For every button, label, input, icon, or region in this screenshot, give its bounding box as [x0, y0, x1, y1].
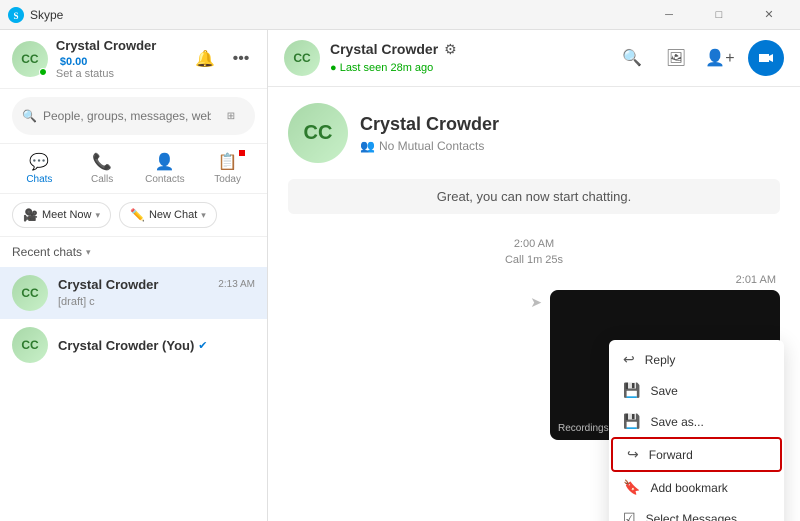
chat-list: CC Crystal Crowder 2:13 AM [draft] c CC	[0, 267, 267, 521]
bookmark-icon: 🔖	[623, 479, 640, 496]
svg-text:S: S	[13, 11, 18, 21]
tab-contacts[interactable]: 👤 Contacts	[134, 148, 197, 189]
context-menu-add-bookmark[interactable]: 🔖 Add bookmark	[609, 472, 784, 503]
send-status-icon: ➤	[530, 294, 542, 311]
maximize-button[interactable]: □	[696, 0, 742, 30]
app-body: CC Crystal Crowder $0.00 Set a status 🔔 …	[0, 30, 800, 521]
action-buttons: 🎥 Meet Now ▾ ✏️ New Chat ▾	[0, 194, 267, 237]
user-status[interactable]: Set a status	[56, 68, 191, 80]
time-label-2: 2:01 AM	[288, 274, 780, 286]
start-chatting-banner: Great, you can now start chatting.	[288, 179, 780, 214]
user-name-area: Crystal Crowder $0.00 Set a status	[56, 38, 191, 80]
online-indicator	[39, 68, 47, 76]
more-options-button[interactable]: •••	[227, 45, 255, 73]
chat-header-left: CC Crystal Crowder ⚙ ● Last seen 28m ago	[284, 40, 457, 76]
search-wrapper: 🔍 ⊞	[12, 97, 255, 135]
profile-contacts: 👥 No Mutual Contacts	[360, 139, 499, 153]
save-icon: 💾	[623, 382, 640, 399]
notifications-button[interactable]: 🔔	[191, 45, 219, 73]
sidebar: CC Crystal Crowder $0.00 Set a status 🔔 …	[0, 30, 268, 521]
app-title: Skype	[30, 8, 646, 22]
today-badge	[239, 150, 245, 156]
video-icon: 🎥	[23, 208, 38, 222]
sidebar-header-actions: 🔔 •••	[191, 45, 255, 73]
chat-item-crystal[interactable]: CC Crystal Crowder 2:13 AM [draft] c	[0, 267, 267, 319]
recent-chats-chevron[interactable]: ▾	[86, 247, 91, 258]
select-icon: ☑	[623, 510, 636, 521]
search-input[interactable]	[43, 109, 211, 123]
add-contact-button[interactable]: 👤+	[704, 42, 736, 74]
new-chat-arrow: ▾	[201, 210, 206, 221]
tab-calls[interactable]: 📞 Calls	[71, 148, 134, 189]
new-chat-button[interactable]: ✏️ New Chat ▾	[119, 202, 217, 228]
chat-header-name-area: Crystal Crowder ⚙ ● Last seen 28m ago	[330, 41, 457, 76]
user-info: CC Crystal Crowder $0.00 Set a status	[12, 38, 191, 80]
chat-header-avatar: CC	[284, 40, 320, 76]
today-icon: 📋	[218, 152, 238, 172]
chat-avatar-crystal: CC	[12, 275, 48, 311]
search-bar: 🔍 ⊞	[0, 89, 267, 144]
user-avatar[interactable]: CC	[12, 41, 48, 77]
profile-avatar: CC	[288, 103, 348, 163]
call-label: Call 1m 25s	[288, 254, 780, 266]
profile-info: Crystal Crowder 👥 No Mutual Contacts	[360, 114, 499, 153]
app-logo: S	[8, 7, 30, 23]
recent-chats-header: Recent chats ▾	[0, 237, 267, 267]
chat-avatar-crystal-you: CC	[12, 327, 48, 363]
context-menu-save-as[interactable]: 💾 Save as...	[609, 406, 784, 437]
search-icon: 🔍	[22, 109, 37, 123]
window-controls: ─ □ ✕	[646, 0, 792, 30]
nav-tabs: 💬 Chats 📞 Calls 👤 Contacts 📋 Today	[0, 144, 267, 194]
user-credit: $0.00	[60, 56, 88, 68]
start-video-button[interactable]	[748, 40, 784, 76]
chats-icon: 💬	[29, 152, 49, 172]
chat-header-right: 🔍 🖼 👤+	[616, 40, 784, 76]
tab-today[interactable]: 📋 Today	[196, 148, 259, 189]
forward-icon: ↪	[627, 446, 639, 463]
title-bar: S Skype ─ □ ✕	[0, 0, 800, 30]
tab-chats[interactable]: 💬 Chats	[8, 148, 71, 189]
settings-icon[interactable]: ⚙	[444, 41, 457, 58]
gallery-button[interactable]: 🖼	[660, 42, 692, 74]
meet-now-arrow: ▾	[95, 210, 100, 221]
context-menu: ↩ Reply 💾 Save 💾 Save as... ↪ Forward 🔖 …	[609, 340, 784, 521]
chat-header: CC Crystal Crowder ⚙ ● Last seen 28m ago…	[268, 30, 800, 87]
close-button[interactable]: ✕	[746, 0, 792, 30]
chat-item-crystal-you[interactable]: CC Crystal Crowder (You) ✔	[0, 319, 267, 371]
new-chat-icon: ✏️	[130, 208, 145, 222]
sidebar-header: CC Crystal Crowder $0.00 Set a status 🔔 …	[0, 30, 267, 89]
context-menu-save[interactable]: 💾 Save	[609, 375, 784, 406]
chat-area: CC Crystal Crowder ⚙ ● Last seen 28m ago…	[268, 30, 800, 521]
user-display-name: Crystal Crowder $0.00	[56, 38, 191, 68]
profile-card: CC Crystal Crowder 👥 No Mutual Contacts	[268, 87, 800, 171]
dialpad-icon[interactable]: ⊞	[217, 102, 245, 130]
context-menu-select-messages[interactable]: ☑ Select Messages	[609, 503, 784, 521]
minimize-button[interactable]: ─	[646, 0, 692, 30]
search-chat-button[interactable]: 🔍	[616, 42, 648, 74]
meet-now-button[interactable]: 🎥 Meet Now ▾	[12, 202, 111, 228]
reply-icon: ↩	[623, 351, 635, 368]
verified-badge: ✔	[198, 339, 207, 352]
calls-icon: 📞	[92, 152, 112, 172]
recent-chats-label: Recent chats	[12, 245, 82, 259]
save-as-icon: 💾	[623, 413, 640, 430]
context-menu-reply[interactable]: ↩ Reply	[609, 344, 784, 375]
contacts-icon: 👤	[155, 152, 175, 172]
chat-info-crystal: Crystal Crowder 2:13 AM [draft] c	[58, 277, 255, 310]
chat-info-crystal-you: Crystal Crowder (You) ✔	[58, 338, 255, 353]
time-label-1: 2:00 AM	[288, 238, 780, 250]
context-menu-forward[interactable]: ↪ Forward	[611, 437, 782, 472]
